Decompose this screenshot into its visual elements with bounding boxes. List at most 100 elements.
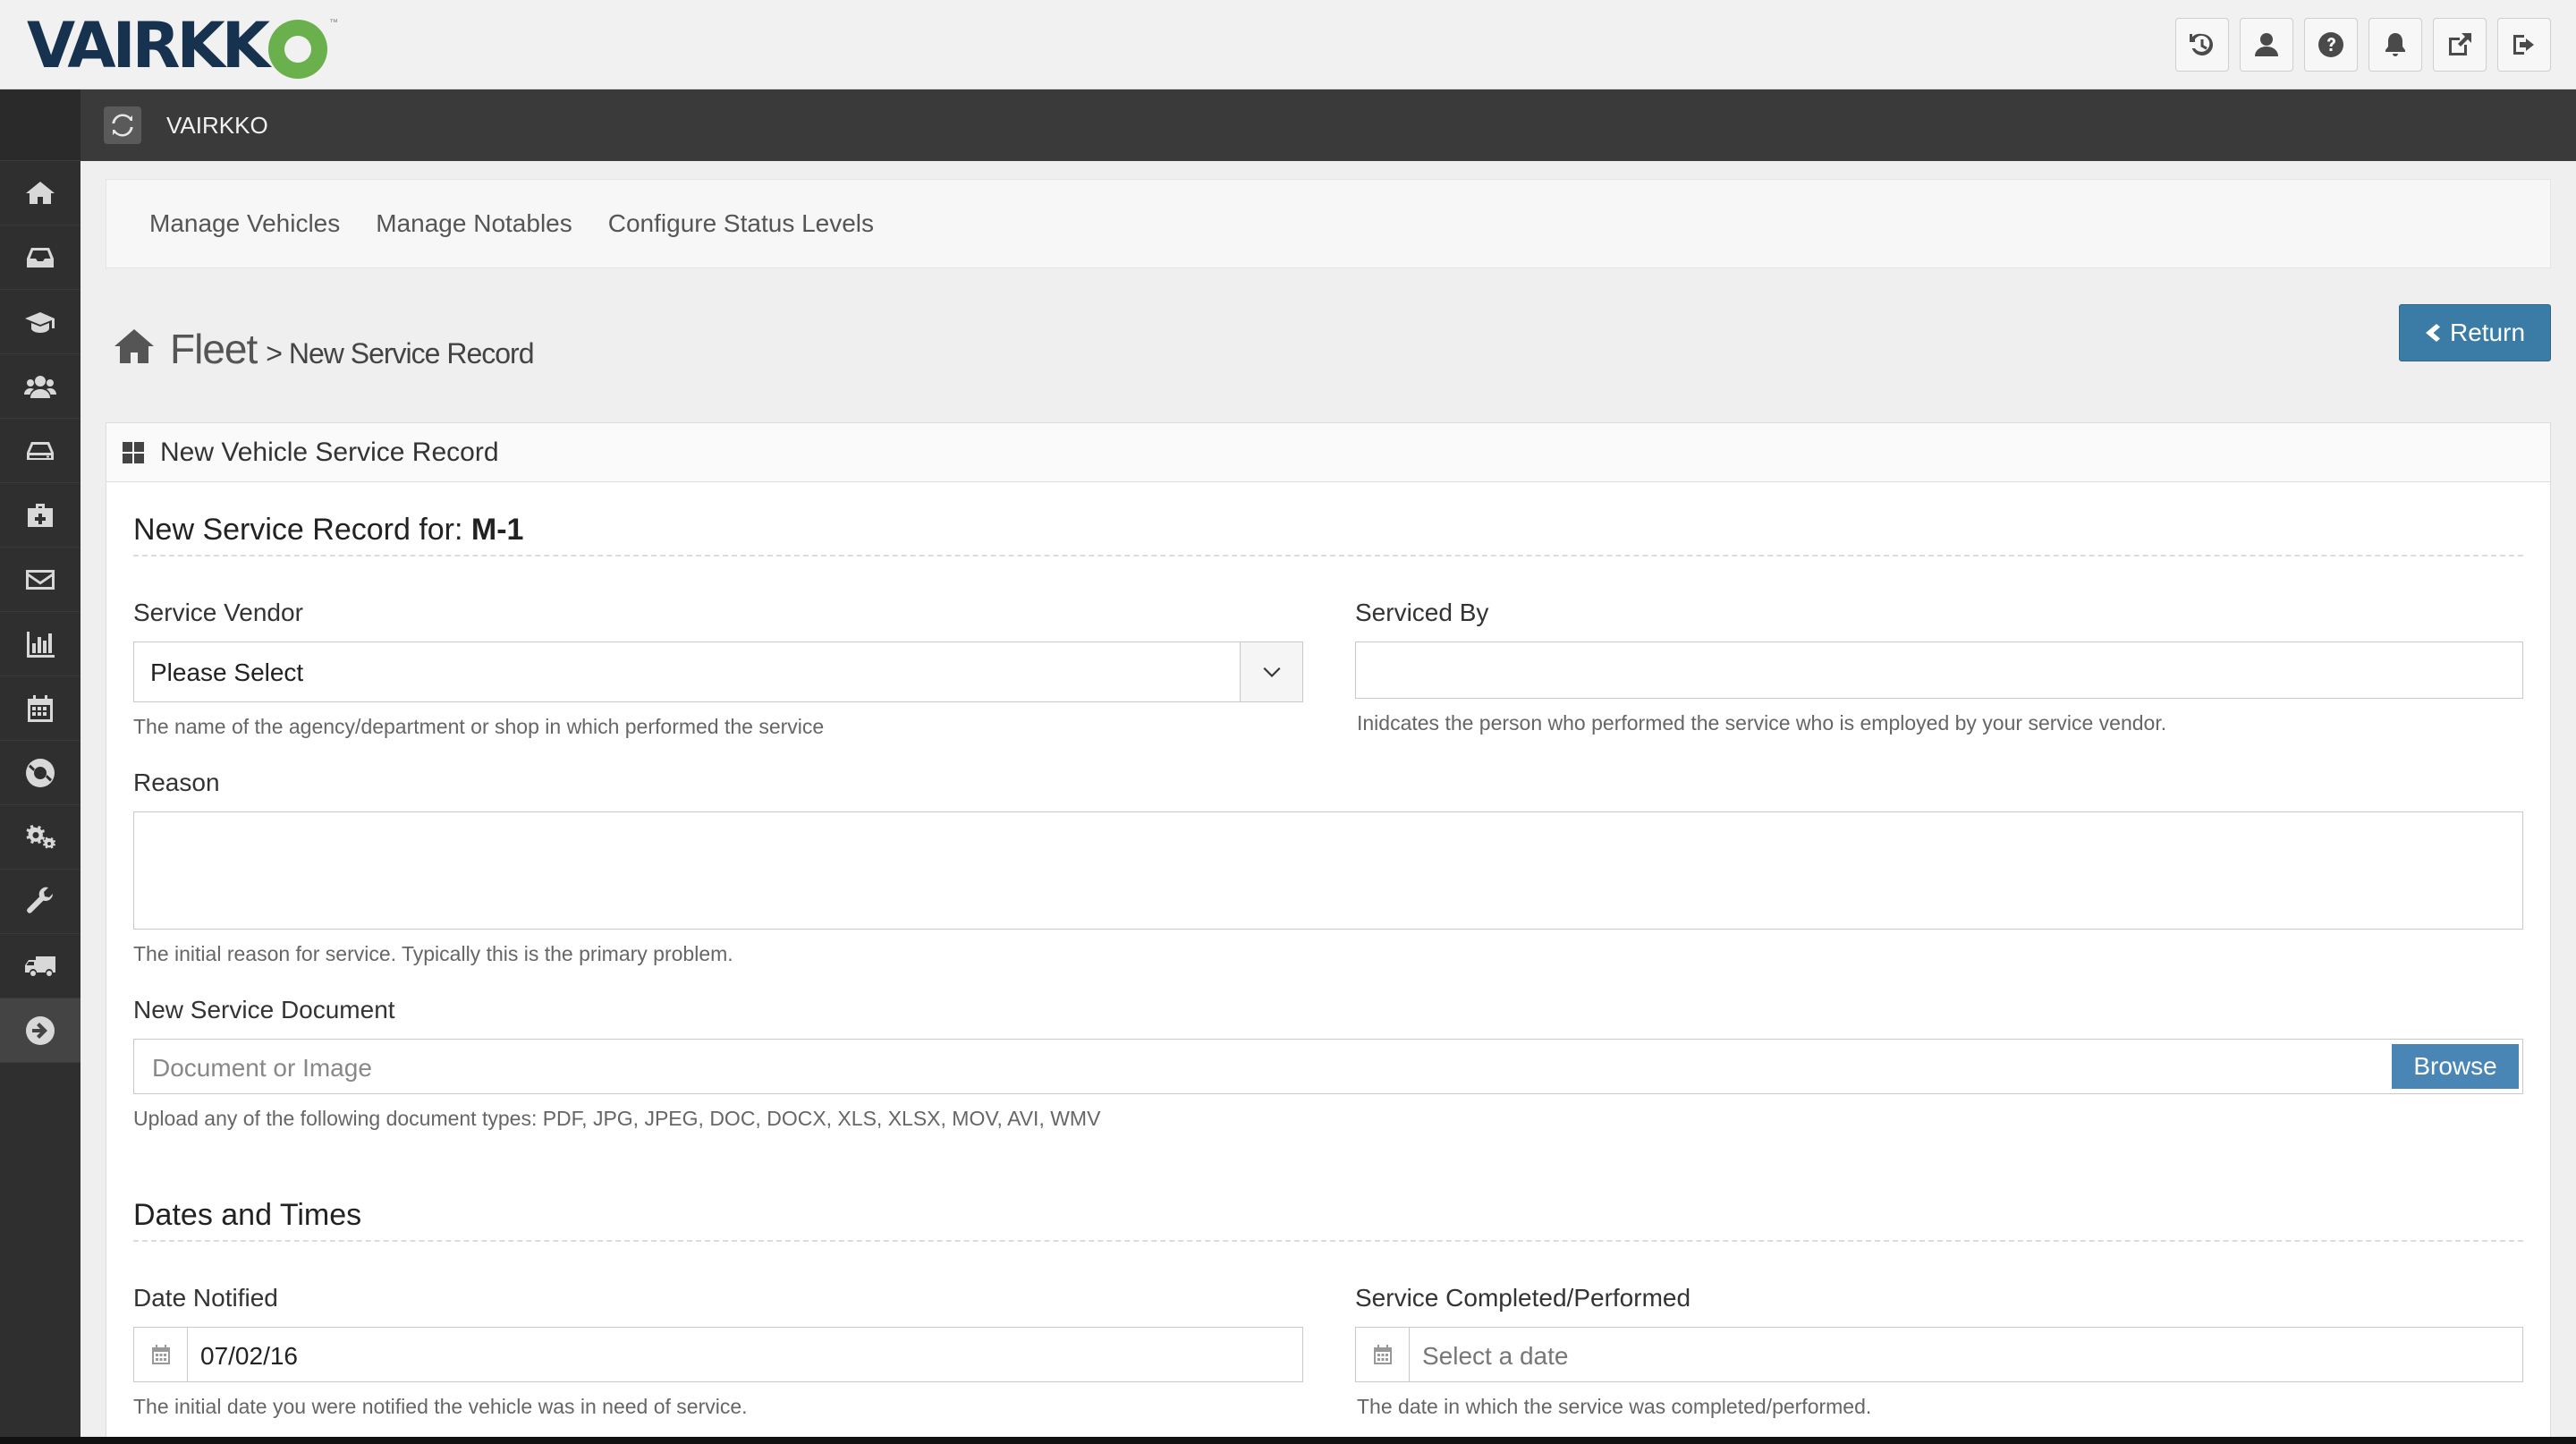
return-button[interactable]: Return [2399, 304, 2551, 361]
service-completed-placeholder: Select a date [1422, 1342, 1569, 1370]
bar-chart-icon [27, 631, 55, 658]
top-header: VAIRKK ™ [0, 0, 2576, 89]
help-icon [2318, 32, 2343, 57]
date-notified-label: Date Notified [133, 1284, 278, 1312]
reason-help: The initial reason for service. Typicall… [133, 942, 733, 965]
document-label: New Service Document [133, 996, 395, 1024]
reason-label: Reason [133, 769, 220, 796]
graduation-cap-icon [25, 311, 55, 333]
breadcrumb-current: > New Service Record [266, 337, 534, 369]
sidebar-item-medical[interactable] [0, 483, 80, 548]
date-notified-help: The initial date you were notified the v… [133, 1395, 748, 1418]
service-vendor-value: Please Select [150, 658, 304, 686]
help-button[interactable] [2304, 18, 2358, 72]
reason-textarea[interactable] [133, 811, 2523, 930]
serviced-by-help: Inidcates the person who performed the s… [1357, 711, 2167, 735]
service-completed-input[interactable]: Select a date [1355, 1327, 2523, 1382]
service-vendor-help: The name of the agency/department or sho… [133, 715, 825, 738]
grid-icon [123, 441, 144, 463]
form-heading-prefix: New Service Record for: [133, 513, 471, 547]
breadcrumb-fleet[interactable]: Fleet [170, 325, 258, 373]
sidebar-item-settings[interactable] [0, 805, 80, 870]
truck-icon [25, 956, 55, 976]
serviced-by-label: Serviced By [1355, 599, 1489, 626]
gears-icon [26, 824, 55, 848]
document-placeholder: Document or Image [152, 1054, 372, 1082]
sidebar-item-fleet[interactable] [0, 934, 80, 998]
sidebar-item-inbox[interactable] [0, 225, 80, 290]
service-completed-calendar[interactable] [1356, 1328, 1410, 1381]
breadcrumb: Fleet > New Service Record [113, 322, 535, 373]
user-icon [2255, 33, 2278, 56]
tab-manage-vehicles[interactable]: Manage Vehicles [149, 209, 340, 238]
panel-title: New Vehicle Service Record [160, 437, 499, 467]
window-bottom-edge [0, 1437, 2576, 1444]
sidebar-item-home[interactable] [0, 161, 80, 225]
tab-configure-status-levels[interactable]: Configure Status Levels [608, 209, 874, 238]
logout-button[interactable] [2497, 18, 2551, 72]
refresh-icon [112, 114, 133, 137]
service-vendor-label: Service Vendor [133, 599, 303, 626]
sidebar-item-support[interactable] [0, 741, 80, 805]
vehicle-id: M-1 [470, 513, 524, 547]
medkit-icon [28, 503, 53, 527]
calendar-icon [28, 694, 53, 722]
sidebar-item-users[interactable] [0, 354, 80, 419]
service-completed-label: Service Completed/Performed [1355, 1284, 1691, 1312]
sidebar-top [0, 89, 80, 161]
browse-button[interactable]: Browse [2392, 1044, 2519, 1089]
service-vendor-select[interactable]: Please Select [133, 641, 1303, 702]
sidebar-item-calendar[interactable] [0, 676, 80, 741]
logo-text: VAIRKK [27, 9, 270, 82]
external-link-icon [2449, 33, 2471, 55]
app-title: VAIRKKO [166, 111, 268, 139]
envelope-icon [26, 569, 55, 590]
sidebar-item-reports[interactable] [0, 612, 80, 676]
bell-icon [2385, 33, 2405, 56]
left-sidebar [0, 89, 80, 1444]
sidebar-item-tools[interactable] [0, 870, 80, 934]
notifications-button[interactable] [2368, 18, 2422, 72]
return-label: Return [2449, 319, 2526, 346]
document-help: Upload any of the following document typ… [133, 1107, 1101, 1130]
logo-trademark: ™ [329, 18, 339, 28]
panel-header: New Vehicle Service Record [106, 423, 2550, 482]
date-notified-input[interactable]: 07/02/16 [133, 1327, 1303, 1382]
date-notified-value: 07/02/16 [200, 1342, 298, 1370]
chevron-down-icon [1263, 667, 1280, 677]
chevron-left-icon [2425, 324, 2440, 342]
arrow-circle-right-icon [26, 1015, 55, 1045]
service-completed-help: The date in which the service was comple… [1357, 1395, 1872, 1418]
logo-o-mark [268, 20, 328, 79]
home-icon [26, 181, 55, 204]
history-icon [2190, 33, 2214, 55]
external-link-button[interactable] [2433, 18, 2487, 72]
calendar-icon [151, 1345, 170, 1364]
refresh-button[interactable] [104, 106, 141, 144]
app-subheader: VAIRKKO [80, 89, 2576, 161]
sidebar-item-storage[interactable] [0, 419, 80, 483]
serviced-by-input[interactable] [1355, 641, 2523, 699]
inbox-icon [27, 247, 54, 268]
user-button[interactable] [2240, 18, 2293, 72]
hdd-icon [27, 441, 54, 460]
form-heading: New Service Record for: M-1 [133, 513, 2523, 556]
tab-manage-notables[interactable]: Manage Notables [376, 209, 572, 238]
date-notified-calendar[interactable] [134, 1328, 188, 1381]
top-toolbar [2175, 18, 2551, 72]
history-button[interactable] [2175, 18, 2229, 72]
module-nav: Manage Vehicles Manage Notables Configur… [106, 179, 2551, 268]
vairkko-logo[interactable]: VAIRKK ™ [27, 13, 338, 79]
calendar-icon [1373, 1345, 1392, 1364]
wrench-icon [27, 887, 53, 913]
sidebar-item-messages[interactable] [0, 548, 80, 612]
sidebar-item-training[interactable] [0, 290, 80, 354]
life-ring-icon [26, 758, 55, 787]
sidebar-item-expand[interactable] [0, 998, 80, 1063]
select-caret[interactable] [1240, 642, 1302, 701]
home-icon [114, 329, 154, 363]
document-upload-field[interactable]: Document or Image Browse [133, 1039, 2523, 1094]
service-record-panel: New Vehicle Service Record New Service R… [106, 422, 2551, 1444]
logout-icon [2513, 35, 2534, 55]
users-icon [24, 375, 56, 398]
